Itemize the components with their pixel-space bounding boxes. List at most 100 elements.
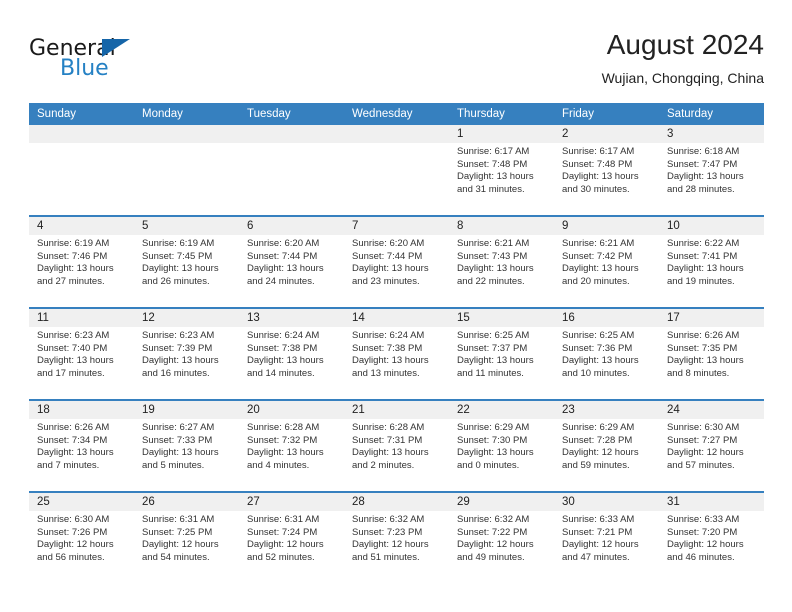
weekday-header-saturday: Saturday: [667, 108, 714, 120]
week-date-band: 25 26 27 28 29 30 31: [29, 493, 764, 511]
day-number[interactable]: 1: [449, 125, 554, 143]
day-detail-line: Daylight: 12 hours: [352, 539, 429, 551]
day-detail-line: Sunrise: 6:24 AM: [247, 330, 320, 341]
day-number[interactable]: 23: [554, 401, 659, 419]
day-detail-line: Sunrise: 6:32 AM: [457, 514, 530, 525]
day-number[interactable]: 26: [134, 493, 239, 511]
day-detail-line: Sunrise: 6:31 AM: [247, 514, 320, 525]
day-cell[interactable]: Sunrise: 6:31 AM Sunset: 7:24 PM Daylight:…: [239, 511, 344, 583]
day-detail-line: Daylight: 12 hours: [562, 539, 639, 551]
day-detail-line: Daylight: 13 hours: [562, 171, 639, 183]
day-cell[interactable]: Sunrise: 6:25 AM Sunset: 7:37 PM Daylight:…: [449, 327, 554, 399]
day-detail-line: Sunrise: 6:22 AM: [667, 238, 740, 249]
day-cell[interactable]: Sunrise: 6:23 AM Sunset: 7:40 PM Daylight:…: [29, 327, 134, 399]
day-cell[interactable]: Sunrise: 6:30 AM Sunset: 7:26 PM Daylight:…: [29, 511, 134, 583]
day-number[interactable]: 11: [29, 309, 134, 327]
week-body-band: Sunrise: 6:30 AM Sunset: 7:26 PM Daylight:…: [29, 511, 764, 583]
weekday-header-tuesday: Tuesday: [247, 108, 291, 120]
day-number[interactable]: 10: [659, 217, 764, 235]
day-detail-line: Sunset: 7:30 PM: [457, 434, 528, 446]
day-number[interactable]: 5: [134, 217, 239, 235]
day-number[interactable]: 12: [134, 309, 239, 327]
day-number[interactable]: 19: [134, 401, 239, 419]
day-cell[interactable]: Sunrise: 6:32 AM Sunset: 7:23 PM Daylight:…: [344, 511, 449, 583]
day-detail-line: Daylight: 13 hours: [142, 447, 219, 459]
day-number[interactable]: 3: [659, 125, 764, 143]
day-cell[interactable]: Sunrise: 6:32 AM Sunset: 7:22 PM Daylight:…: [449, 511, 554, 583]
weekday-header-thursday: Thursday: [457, 108, 505, 120]
day-number[interactable]: 21: [344, 401, 449, 419]
day-cell[interactable]: Sunrise: 6:24 AM Sunset: 7:38 PM Daylight:…: [239, 327, 344, 399]
day-cell[interactable]: Sunrise: 6:29 AM Sunset: 7:28 PM Daylight:…: [554, 419, 659, 491]
day-number[interactable]: 7: [344, 217, 449, 235]
day-cell[interactable]: Sunrise: 6:33 AM Sunset: 7:21 PM Daylight:…: [554, 511, 659, 583]
day-cell[interactable]: Sunrise: 6:17 AM Sunset: 7:48 PM Daylight:…: [449, 143, 554, 215]
day-number[interactable]: 29: [449, 493, 554, 511]
day-number[interactable]: 24: [659, 401, 764, 419]
day-cell[interactable]: Sunrise: 6:21 AM Sunset: 7:43 PM Daylight:…: [449, 235, 554, 307]
day-detail-line: Daylight: 13 hours: [247, 355, 324, 367]
day-detail-line: Sunrise: 6:21 AM: [562, 238, 635, 249]
day-detail-line: Sunset: 7:42 PM: [562, 250, 633, 262]
day-cell[interactable]: Sunrise: 6:31 AM Sunset: 7:25 PM Daylight:…: [134, 511, 239, 583]
day-cell[interactable]: Sunrise: 6:18 AM Sunset: 7:47 PM Daylight:…: [659, 143, 764, 215]
week-body-band: Sunrise: 6:17 AM Sunset: 7:48 PM Daylight:…: [29, 143, 764, 215]
day-detail-line: and 23 minutes.: [352, 275, 420, 287]
day-cell[interactable]: Sunrise: 6:23 AM Sunset: 7:39 PM Daylight:…: [134, 327, 239, 399]
day-cell[interactable]: Sunrise: 6:27 AM Sunset: 7:33 PM Daylight:…: [134, 419, 239, 491]
week-date-band: 18 19 20 21 22 23 24: [29, 401, 764, 419]
day-cell[interactable]: Sunrise: 6:28 AM Sunset: 7:31 PM Daylight:…: [344, 419, 449, 491]
day-detail-line: Sunset: 7:43 PM: [457, 250, 528, 262]
day-detail-line: and 47 minutes.: [562, 551, 630, 563]
day-detail-line: Sunset: 7:31 PM: [352, 434, 423, 446]
day-cell[interactable]: Sunrise: 6:22 AM Sunset: 7:41 PM Daylight:…: [659, 235, 764, 307]
day-detail-line: and 10 minutes.: [562, 367, 630, 379]
day-cell[interactable]: Sunrise: 6:26 AM Sunset: 7:35 PM Daylight:…: [659, 327, 764, 399]
day-number[interactable]: 27: [239, 493, 344, 511]
day-number[interactable]: 22: [449, 401, 554, 419]
day-number[interactable]: 20: [239, 401, 344, 419]
day-number[interactable]: 4: [29, 217, 134, 235]
day-number[interactable]: 6: [239, 217, 344, 235]
day-number[interactable]: 8: [449, 217, 554, 235]
day-cell[interactable]: Sunrise: 6:21 AM Sunset: 7:42 PM Daylight:…: [554, 235, 659, 307]
day-detail-line: and 59 minutes.: [562, 459, 630, 471]
day-number[interactable]: 31: [659, 493, 764, 511]
day-cell[interactable]: Sunrise: 6:19 AM Sunset: 7:45 PM Daylight:…: [134, 235, 239, 307]
day-number[interactable]: 25: [29, 493, 134, 511]
day-cell[interactable]: Sunrise: 6:30 AM Sunset: 7:27 PM Daylight:…: [659, 419, 764, 491]
day-detail-line: Sunset: 7:33 PM: [142, 434, 213, 446]
day-number[interactable]: 2: [554, 125, 659, 143]
day-cell[interactable]: Sunrise: 6:33 AM Sunset: 7:20 PM Daylight:…: [659, 511, 764, 583]
day-cell[interactable]: Sunrise: 6:19 AM Sunset: 7:46 PM Daylight:…: [29, 235, 134, 307]
day-cell[interactable]: Sunrise: 6:26 AM Sunset: 7:34 PM Daylight:…: [29, 419, 134, 491]
calendar-week-row: 25 26 27 28 29 30 31 Sunrise: 6:30 AM Sunset: 7:…: [29, 491, 764, 583]
day-cell[interactable]: Sunrise: 6:25 AM Sunset: 7:36 PM Daylight:…: [554, 327, 659, 399]
day-detail-line: Sunset: 7:34 PM: [37, 434, 108, 446]
day-cell[interactable]: Sunrise: 6:20 AM Sunset: 7:44 PM Daylight:…: [344, 235, 449, 307]
day-number[interactable]: 13: [239, 309, 344, 327]
day-cell[interactable]: Sunrise: 6:28 AM Sunset: 7:32 PM Daylight:…: [239, 419, 344, 491]
day-cell[interactable]: Sunrise: 6:17 AM Sunset: 7:48 PM Daylight:…: [554, 143, 659, 215]
day-number[interactable]: 9: [554, 217, 659, 235]
day-number[interactable]: 16: [554, 309, 659, 327]
day-detail-line: Sunset: 7:26 PM: [37, 526, 108, 538]
day-number[interactable]: 18: [29, 401, 134, 419]
day-number[interactable]: 28: [344, 493, 449, 511]
day-number[interactable]: 14: [344, 309, 449, 327]
day-detail-line: Sunset: 7:45 PM: [142, 250, 213, 262]
day-detail-line: Daylight: 13 hours: [667, 171, 744, 183]
logo-text-blue: Blue: [60, 56, 109, 81]
day-number[interactable]: 30: [554, 493, 659, 511]
day-detail-line: Sunset: 7:35 PM: [667, 342, 738, 354]
day-detail-line: Daylight: 13 hours: [457, 171, 534, 183]
day-detail-line: and 30 minutes.: [562, 183, 630, 195]
day-cell[interactable]: Sunrise: 6:24 AM Sunset: 7:38 PM Daylight:…: [344, 327, 449, 399]
day-number[interactable]: 15: [449, 309, 554, 327]
week-date-band: 4 5 6 7 8 9 10: [29, 217, 764, 235]
general-blue-logo[interactable]: General Blue: [29, 36, 229, 88]
calendar-week-row: 4 5 6 7 8 9 10 Sunrise: 6:19 AM Sunset: 7:46 PM D…: [29, 215, 764, 307]
day-cell[interactable]: Sunrise: 6:29 AM Sunset: 7:30 PM Daylight:…: [449, 419, 554, 491]
day-cell[interactable]: Sunrise: 6:20 AM Sunset: 7:44 PM Daylight:…: [239, 235, 344, 307]
day-number[interactable]: 17: [659, 309, 764, 327]
